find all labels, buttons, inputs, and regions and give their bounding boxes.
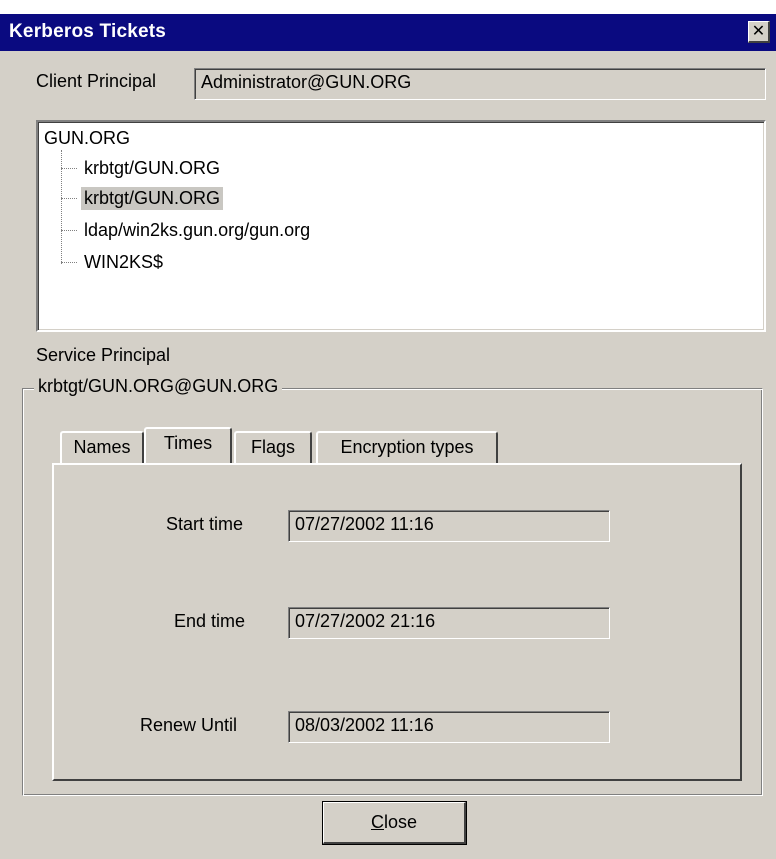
tree-item-label: krbtgt/GUN.ORG xyxy=(81,187,224,210)
tab-label: Names xyxy=(73,437,131,457)
kerberos-tickets-dialog: Kerberos Tickets ✕ Client Principal Admi… xyxy=(0,14,776,859)
tree-item-label: ldap/win2ks.gun.org/gun.org xyxy=(84,220,311,240)
title-close-button[interactable]: ✕ xyxy=(748,21,770,43)
client-principal-field: Administrator@GUN.ORG xyxy=(194,68,766,100)
start-time-field: 07/27/2002 11:16 xyxy=(288,510,610,542)
close-button[interactable]: Close xyxy=(322,801,467,845)
tab-label: Encryption types xyxy=(340,437,474,457)
tree-branch-line xyxy=(61,230,77,231)
times-tab-panel: Start time 07/27/2002 11:16 End time 07/… xyxy=(52,463,742,781)
tab-label: Times xyxy=(163,433,213,453)
close-icon: ✕ xyxy=(751,21,766,40)
start-time-label: Start time xyxy=(166,514,244,534)
tab-times[interactable]: Times xyxy=(144,427,232,463)
end-time-field: 07/27/2002 21:16 xyxy=(288,607,610,639)
tree-item-label: WIN2KS$ xyxy=(84,252,164,272)
service-principal-group-title: krbtgt/GUN.ORG@GUN.ORG xyxy=(34,376,283,397)
tab-flags[interactable]: Flags xyxy=(234,431,312,463)
renew-until-field: 08/03/2002 11:16 xyxy=(288,711,610,743)
tree-branch-line xyxy=(61,198,77,199)
close-button-mnemonic: C xyxy=(370,812,384,832)
client-principal-label: Client Principal xyxy=(36,71,157,91)
ticket-tree[interactable]: GUN.ORG krbtgt/GUN.ORG krbtgt/GUN.ORG ld… xyxy=(36,120,766,332)
tree-root-realm[interactable]: GUN.ORG xyxy=(44,128,130,149)
close-button-label: lose xyxy=(383,812,418,832)
tab-names[interactable]: Names xyxy=(60,431,144,463)
tab-label: Flags xyxy=(250,437,295,457)
service-principal-label: Service Principal xyxy=(36,345,171,365)
tree-branch-line xyxy=(61,262,77,263)
tab-encryption-types[interactable]: Encryption types xyxy=(316,431,498,463)
tree-branch-line xyxy=(61,168,77,169)
close-button-face: Close xyxy=(323,802,466,844)
tree-item-label: krbtgt/GUN.ORG xyxy=(84,158,221,178)
title-bar[interactable]: Kerberos Tickets ✕ xyxy=(0,14,776,51)
window-title: Kerberos Tickets xyxy=(9,21,167,42)
renew-until-label: Renew Until xyxy=(140,715,238,735)
end-time-label: End time xyxy=(174,611,246,631)
